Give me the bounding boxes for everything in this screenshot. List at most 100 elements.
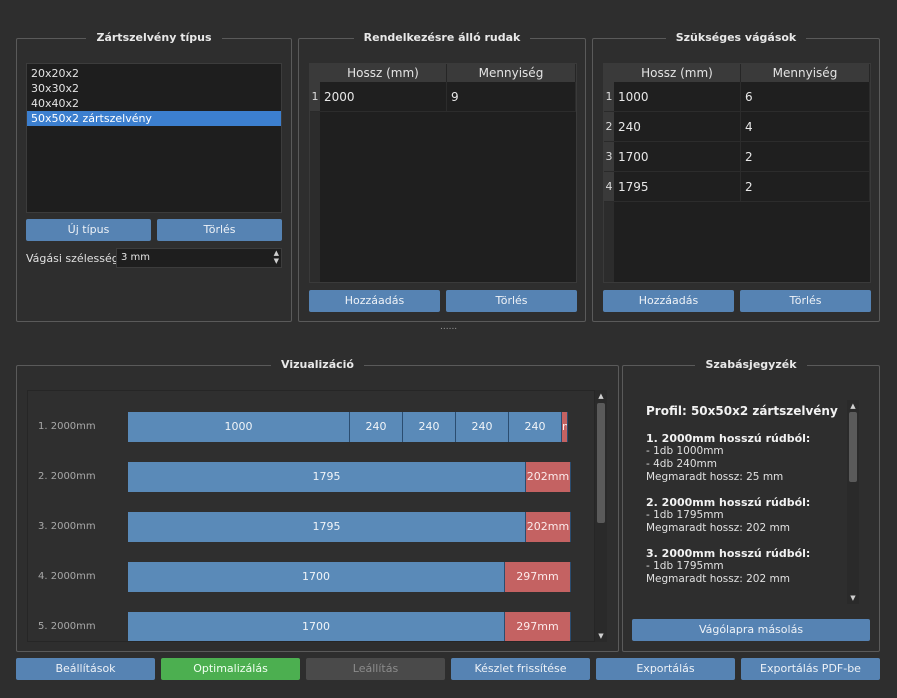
- cuts-row-header[interactable]: 1: [604, 82, 614, 112]
- copy-clipboard-button[interactable]: Vágólapra másolás: [632, 619, 870, 641]
- stock-title: Rendelkezésre álló rudak: [353, 31, 531, 44]
- cuts-cell-length[interactable]: 1000: [614, 82, 741, 112]
- stock-col-qty[interactable]: Mennyiség: [447, 64, 576, 82]
- bar-label: 4. 2000mm: [38, 571, 96, 582]
- visualization-canvas[interactable]: 1. 2000mm1000240240240240m2. 2000mm17952…: [27, 390, 595, 642]
- bar-waste-segment: m: [562, 412, 568, 442]
- settings-button[interactable]: Beállítások: [16, 658, 155, 680]
- profile-type-item-selected[interactable]: 50x50x2 zártszelvény: [27, 111, 281, 126]
- bar-label: 1. 2000mm: [38, 421, 96, 432]
- cutlist-profile: Profil: 50x50x2 zártszelvény: [646, 404, 838, 418]
- bar-piece-segment: 1795: [128, 512, 526, 542]
- visualization-scrollbar[interactable]: ▲ ▼: [595, 390, 607, 642]
- cuts-cell-qty[interactable]: 4: [741, 112, 870, 142]
- profile-type-item[interactable]: 20x20x2: [27, 66, 281, 81]
- bar-waste-segment: 202mm: [526, 512, 571, 542]
- scroll-thumb[interactable]: [849, 412, 857, 482]
- delete-type-button[interactable]: Törlés: [157, 219, 282, 241]
- cuts-table[interactable]: Hossz (mm) Mennyiség 1 1000 6 2 240 4 3 …: [603, 63, 871, 283]
- profile-type-item[interactable]: 30x30x2: [27, 81, 281, 96]
- cuts-cell-length[interactable]: 1795: [614, 172, 741, 202]
- cuts-title: Szükséges vágások: [665, 31, 807, 44]
- bar-piece-segment: 1700: [128, 612, 505, 641]
- cuts-cell-length[interactable]: 240: [614, 112, 741, 142]
- cutlist-section: 1. 2000mm hosszú rúdból: - 1db 1000mm - 4d…: [646, 432, 869, 484]
- profile-type-group: Zártszelvény típus 20x20x2 30x30x2 40x40…: [16, 31, 292, 322]
- scroll-up-icon[interactable]: ▲: [848, 401, 858, 411]
- cutlist-section: 3. 2000mm hosszú rúdból: - 1db 1795mm Megm…: [646, 547, 869, 586]
- cutlist-scrollbar[interactable]: ▲ ▼: [847, 400, 859, 604]
- cuts-cell-length[interactable]: 1700: [614, 142, 741, 172]
- cuts-col-length[interactable]: Hossz (mm): [614, 64, 741, 82]
- bar-piece-segment: 240: [403, 412, 456, 442]
- bar-waste-segment: 297mm: [505, 562, 571, 592]
- cutlist-section-heading: 2. 2000mm hosszú rúdból:: [646, 496, 811, 509]
- visualization-group: Vizualizáció 1. 2000mm1000240240240240m2…: [16, 358, 619, 652]
- new-type-button[interactable]: Új típus: [26, 219, 151, 241]
- scroll-thumb[interactable]: [597, 403, 605, 523]
- cutlist-group: Szabásjegyzék Profil: 50x50x2 zártszelvé…: [622, 358, 880, 652]
- cuts-add-button[interactable]: Hozzáadás: [603, 290, 734, 312]
- stop-button[interactable]: Leállítás: [306, 658, 445, 680]
- bar-piece-segment: 1795: [128, 462, 526, 492]
- bar-piece-segment: 240: [350, 412, 403, 442]
- export-button[interactable]: Exportálás: [596, 658, 735, 680]
- bar-label: 5. 2000mm: [38, 621, 96, 632]
- cutlist-sections: 1. 2000mm hosszú rúdból: - 1db 1000mm - 4d…: [646, 432, 869, 586]
- kerf-label: Vágási szélesség:: [26, 252, 123, 265]
- cutlist-line: Megmaradt hossz: 202 mm: [646, 573, 790, 585]
- cuts-row-header[interactable]: 3: [604, 142, 614, 172]
- optimize-button[interactable]: Optimalizálás: [161, 658, 300, 680]
- cutlist-line: - 1db 1795mm: [646, 560, 724, 572]
- profile-type-title: Zártszelvény típus: [86, 31, 222, 44]
- cuts-row-gutter: [604, 202, 614, 282]
- cutlist-section-heading: 1. 2000mm hosszú rúdból:: [646, 432, 811, 445]
- stock-cell-length[interactable]: 2000: [320, 82, 447, 112]
- stock-row-header[interactable]: 1: [310, 82, 320, 112]
- cutlist-title: Szabásjegyzék: [695, 358, 807, 371]
- cuts-row-header[interactable]: 2: [604, 112, 614, 142]
- bar-label: 2. 2000mm: [38, 471, 96, 482]
- stock-delete-button[interactable]: Törlés: [446, 290, 577, 312]
- stock-group: Rendelkezésre álló rudak Hossz (mm) Menn…: [298, 31, 586, 322]
- visualization-title: Vizualizáció: [271, 358, 364, 371]
- stock-col-length[interactable]: Hossz (mm): [320, 64, 447, 82]
- cutlist-line: - 4db 240mm: [646, 458, 717, 470]
- cutlist-line: - 1db 1000mm: [646, 445, 724, 457]
- stock-cell-qty[interactable]: 9: [447, 82, 576, 112]
- cuts-delete-button[interactable]: Törlés: [740, 290, 871, 312]
- bar-piece-segment: 1700: [128, 562, 505, 592]
- cuts-group: Szükséges vágások Hossz (mm) Mennyiség 1…: [592, 31, 880, 322]
- splitter-handle[interactable]: ......: [440, 322, 457, 332]
- cutlist-line: - 1db 1795mm: [646, 509, 724, 521]
- stock-row-gutter: [310, 112, 320, 282]
- kerf-value: 3 mm: [121, 252, 151, 263]
- scroll-up-icon[interactable]: ▲: [596, 391, 606, 401]
- profile-type-list[interactable]: 20x20x2 30x30x2 40x40x2 50x50x2 zártszel…: [26, 63, 282, 213]
- refresh-stock-button[interactable]: Készlet frissítése: [451, 658, 590, 680]
- cuts-col-qty[interactable]: Mennyiség: [741, 64, 870, 82]
- cuts-cell-qty[interactable]: 2: [741, 142, 870, 172]
- bar-piece-segment: 240: [456, 412, 509, 442]
- cutlist-section-heading: 3. 2000mm hosszú rúdból:: [646, 547, 811, 560]
- profile-type-item[interactable]: 40x40x2: [27, 96, 281, 111]
- stock-table[interactable]: Hossz (mm) Mennyiség 1 2000 9: [309, 63, 577, 283]
- cuts-row-header[interactable]: 4: [604, 172, 614, 202]
- stock-add-button[interactable]: Hozzáadás: [309, 290, 440, 312]
- cutlist-section: 2. 2000mm hosszú rúdból: - 1db 1795mm Megm…: [646, 496, 869, 535]
- cutlist-text[interactable]: Profil: 50x50x2 zártszelvény 1. 2000mm h…: [633, 390, 869, 606]
- cutlist-line: Megmaradt hossz: 202 mm: [646, 522, 790, 534]
- kerf-spinbox[interactable]: 3 mm ▲ ▼: [116, 248, 282, 268]
- cuts-cell-qty[interactable]: 2: [741, 172, 870, 202]
- cuts-cell-qty[interactable]: 6: [741, 82, 870, 112]
- cutlist-line: Megmaradt hossz: 25 mm: [646, 471, 784, 483]
- bar-waste-segment: 202mm: [526, 462, 571, 492]
- scroll-down-icon[interactable]: ▼: [848, 593, 858, 603]
- bar-piece-segment: 1000: [128, 412, 350, 442]
- bar-piece-segment: 240: [509, 412, 562, 442]
- scroll-down-icon[interactable]: ▼: [596, 631, 606, 641]
- spin-down-icon[interactable]: ▼: [274, 257, 279, 266]
- bar-waste-segment: 297mm: [505, 612, 571, 641]
- bar-label: 3. 2000mm: [38, 521, 96, 532]
- export-pdf-button[interactable]: Exportálás PDF-be: [741, 658, 880, 680]
